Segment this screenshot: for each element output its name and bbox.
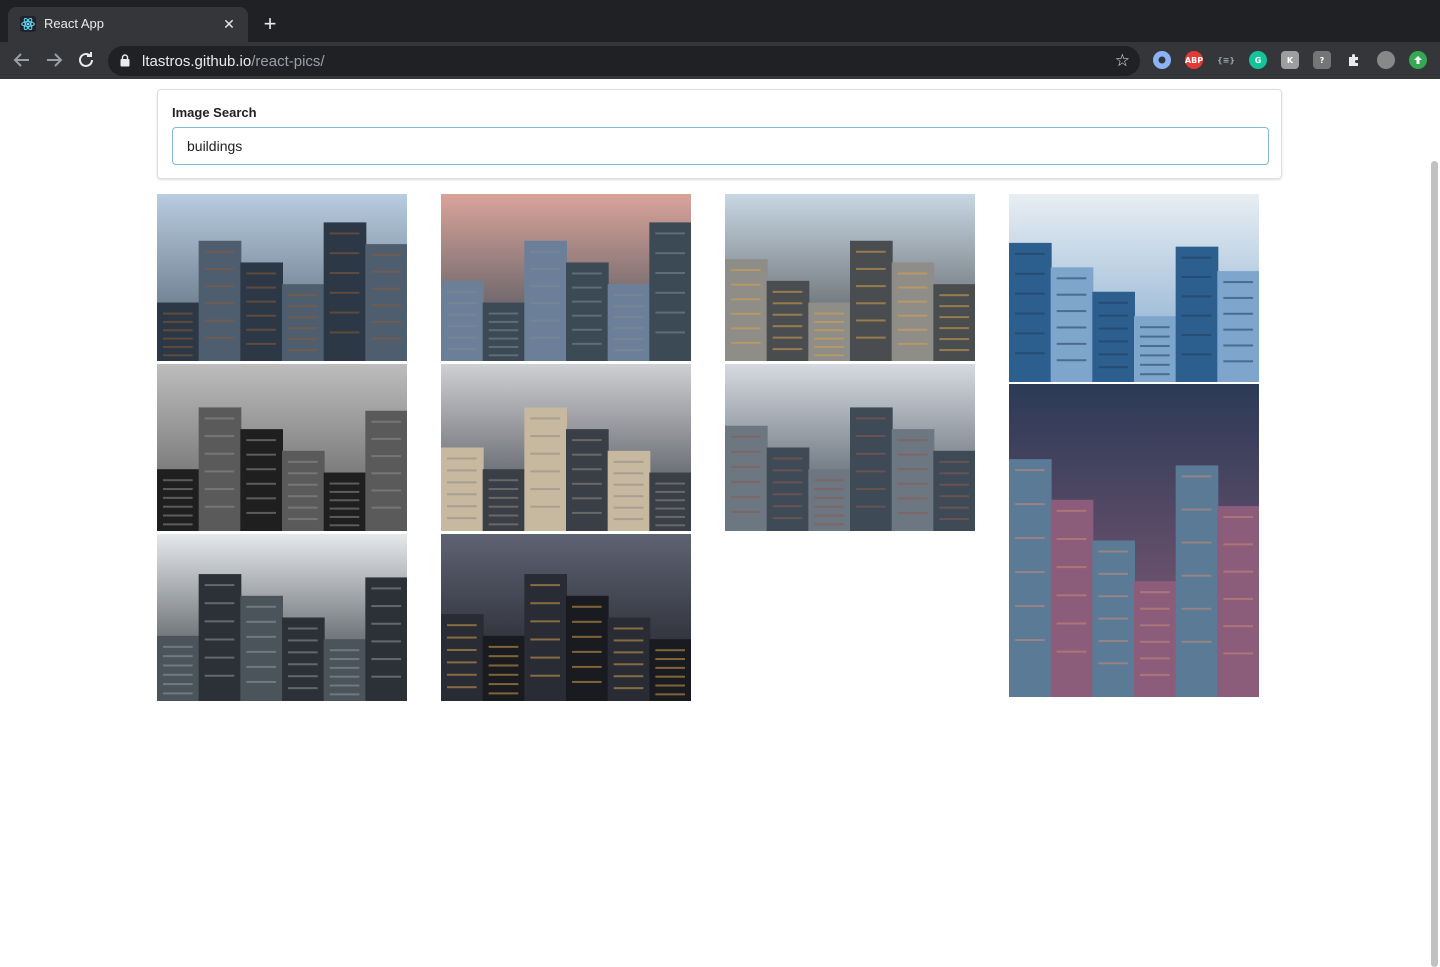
k-extension-label: K [1286, 55, 1294, 65]
browser-tab-strip: React App ✕ + [0, 0, 1440, 42]
url-host: ltastros.github.io [142, 53, 252, 70]
image-search-label: Image Search [172, 105, 257, 120]
browser-tab-active[interactable]: React App ✕ [8, 7, 248, 42]
tab-title: React App [44, 16, 104, 31]
profile-avatar-icon[interactable] [1377, 51, 1395, 69]
nyc-skyline-sunset-image [441, 194, 691, 361]
forward-arrow-icon[interactable] [42, 48, 66, 72]
city-street-golden-light-image [725, 194, 975, 361]
glass-tower-blue-image [1009, 194, 1259, 382]
reload-icon[interactable] [74, 48, 98, 72]
adblock-plus-label: ABP [1184, 55, 1204, 65]
k-extension-icon[interactable]: K [1281, 51, 1299, 69]
browser-toolbar: ltastros.github.io/react-pics/ ☆ ABP {≡} G… [0, 42, 1440, 79]
boston-skyline-image [725, 364, 975, 531]
image-search-card: Image Search [157, 89, 1282, 179]
bw-skyscrapers-clouds-image [157, 364, 407, 531]
bookmark-star-icon[interactable]: ☆ [1115, 51, 1130, 71]
react-logo-icon [20, 16, 36, 32]
city-street-dusk-image [1009, 384, 1259, 697]
page-scrollbar[interactable] [1431, 161, 1438, 967]
url-text: ltastros.github.io/react-pics/ [142, 53, 325, 70]
adblock-plus-icon[interactable]: ABP [1185, 51, 1203, 69]
lock-icon [120, 54, 130, 72]
shield-ext-icon[interactable] [1153, 51, 1171, 69]
help-extension-icon[interactable]: ? [1313, 51, 1331, 69]
help-extension-label: ? [1319, 55, 1325, 65]
foggy-skyscrapers-image [157, 534, 407, 701]
toronto-night-skyline-image [441, 534, 691, 701]
tab-close-icon[interactable]: ✕ [220, 15, 238, 33]
skyscrapers-looking-up-image [157, 194, 407, 361]
grammarly-icon[interactable]: G [1249, 51, 1267, 69]
modern-building-corner-image [441, 364, 691, 531]
update-icon[interactable] [1409, 51, 1427, 69]
url-path: /react-pics/ [251, 53, 325, 70]
json-viewer-icon[interactable]: {≡} [1217, 51, 1235, 69]
back-arrow-icon[interactable] [10, 48, 34, 72]
grammarly-label: G [1254, 55, 1262, 65]
json-viewer-label: {≡} [1216, 55, 1236, 65]
address-bar[interactable]: ltastros.github.io/react-pics/ ☆ [108, 46, 1140, 76]
image-search-input[interactable] [172, 127, 1269, 165]
new-tab-icon[interactable]: + [258, 12, 282, 36]
puzzle-extensions-icon[interactable] [1345, 51, 1363, 69]
page-content: Image Search [0, 79, 1440, 967]
